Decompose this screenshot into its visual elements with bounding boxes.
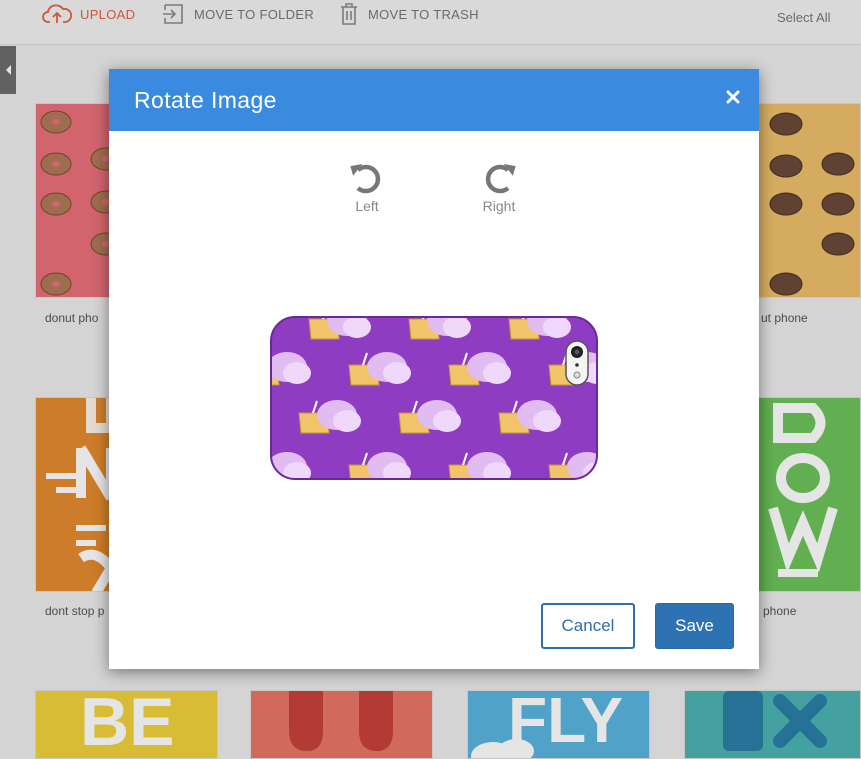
rotate-right-label: Right <box>482 198 516 214</box>
close-icon <box>726 90 740 104</box>
close-button[interactable] <box>721 85 745 109</box>
rotate-right-icon <box>485 164 516 194</box>
rotate-image-dialog: Rotate Image Left Right Cancel Save <box>109 69 759 669</box>
rotate-left-label: Left <box>355 198 379 214</box>
rotate-left-icon <box>350 164 381 194</box>
dialog-title: Rotate Image <box>134 87 277 113</box>
dialog-header: Rotate Image <box>109 69 759 131</box>
phone-case-preview-image <box>270 316 598 480</box>
cancel-button[interactable]: Cancel <box>541 603 635 649</box>
rotate-right-button[interactable]: Right <box>474 161 524 217</box>
save-button[interactable]: Save <box>655 603 734 649</box>
rotate-left-button[interactable]: Left <box>342 161 392 217</box>
